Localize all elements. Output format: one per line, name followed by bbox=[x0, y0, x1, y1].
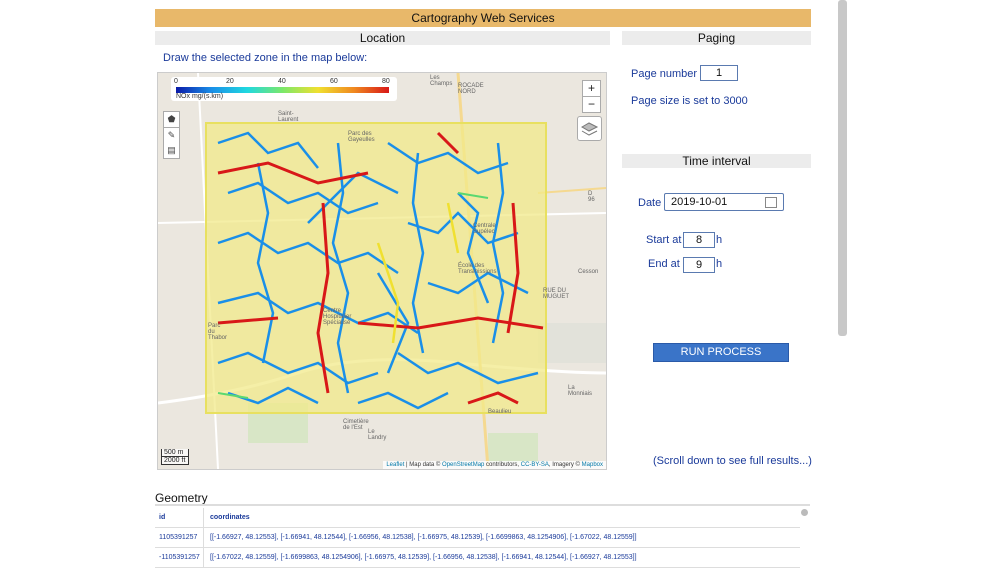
place-label: RUE DU MUGUET bbox=[543, 288, 569, 300]
row-id: -1105391257 bbox=[155, 548, 204, 567]
legend-tick: 60 bbox=[330, 78, 338, 85]
layers-icon-graphic bbox=[580, 122, 599, 136]
place-label: Centrale Supélec bbox=[473, 223, 496, 235]
legend-tick: 40 bbox=[278, 78, 286, 85]
table-header-row: id coordinates bbox=[155, 508, 800, 528]
time-interval-section-header: Time interval bbox=[622, 154, 811, 168]
place-label: École des Transmissions bbox=[458, 263, 497, 275]
date-value: 2019-10-01 bbox=[671, 196, 728, 208]
place-label: Beaulieu bbox=[488, 409, 512, 415]
place-label: ROCADE NORD bbox=[458, 83, 484, 95]
zoom-out-button[interactable]: − bbox=[582, 96, 601, 113]
calendar-icon[interactable] bbox=[765, 197, 777, 208]
osm-link[interactable]: OpenStreetMap bbox=[442, 462, 484, 468]
column-header-coordinates[interactable]: coordinates bbox=[204, 508, 250, 527]
column-header-id[interactable]: id bbox=[155, 508, 204, 527]
end-hour-label: End at bbox=[648, 258, 680, 270]
place-label: Parc du Thabor bbox=[208, 323, 228, 341]
map-tiles bbox=[158, 73, 606, 469]
legend-tick: 0 bbox=[174, 78, 178, 85]
place-label: Le Landry bbox=[368, 429, 387, 441]
row-coordinates: [[-1.67022, 48.12559], [-1.6699863, 48.1… bbox=[210, 554, 637, 561]
place-label: Cesson bbox=[578, 269, 599, 275]
draw-zone-prompt: Draw the selected zone in the map below: bbox=[163, 52, 368, 64]
nox-legend: 0 20 40 60 80 NOx mg/(s.km) bbox=[171, 77, 397, 101]
scroll-hint: (Scroll down to see full results...) bbox=[653, 455, 812, 467]
scale-metric: 500 m bbox=[161, 449, 189, 457]
place-label: Parc des Gayeulles bbox=[348, 131, 375, 143]
paging-section-header: Paging bbox=[622, 31, 811, 45]
layers-icon[interactable] bbox=[577, 116, 602, 141]
end-hour-unit: h bbox=[716, 258, 723, 270]
map-view[interactable]: 0 20 40 60 80 NOx mg/(s.km) + − ⬟ ✎ ▤ 50… bbox=[157, 72, 607, 470]
map-scale: 500 m 2000 ft bbox=[161, 449, 189, 465]
place-label: D 96 bbox=[588, 191, 595, 203]
draw-toolbar: ⬟ ✎ ▤ bbox=[163, 111, 180, 159]
leaflet-link[interactable]: Leaflet bbox=[386, 462, 404, 468]
zoom-in-button[interactable]: + bbox=[582, 80, 601, 97]
page-size-text: Page size is set to 3000 bbox=[631, 95, 748, 107]
place-label: La Monniais bbox=[568, 385, 593, 397]
page-scrollbar[interactable] bbox=[838, 0, 847, 336]
geometry-table: id coordinates 1105391257 [[-1.66927, 48… bbox=[155, 508, 800, 568]
date-input[interactable]: 2019-10-01 bbox=[664, 193, 784, 211]
start-hour-label: Start at bbox=[646, 234, 682, 246]
scale-imperial: 2000 ft bbox=[161, 457, 189, 465]
map-attribution: Leaflet | Map data © OpenStreetMap contr… bbox=[383, 461, 606, 469]
edit-icon[interactable]: ✎ bbox=[164, 127, 179, 143]
start-hour-input[interactable]: 8 bbox=[683, 232, 715, 248]
place-label: Cimetière de l'Est bbox=[343, 419, 369, 431]
trash-icon[interactable]: ▤ bbox=[164, 143, 179, 158]
license-link[interactable]: CC-BY-SA bbox=[521, 462, 549, 468]
page-number-label: Page number bbox=[631, 68, 698, 80]
row-id: 1105391257 bbox=[155, 528, 204, 547]
place-label: Centre Hospitalier Spécialisé bbox=[323, 308, 352, 326]
place-label: Saint-Laurent bbox=[278, 111, 299, 123]
attribution-text: contributors, bbox=[484, 462, 521, 468]
polygon-draw-icon[interactable]: ⬟ bbox=[164, 112, 179, 127]
app-title-bar: Cartography Web Services bbox=[155, 9, 811, 27]
place-label: Les Champs bbox=[430, 75, 453, 87]
attribution-text: | Map data © bbox=[404, 462, 443, 468]
attribution-text: , Imagery © bbox=[548, 462, 582, 468]
legend-tick: 80 bbox=[382, 78, 390, 85]
end-hour-input[interactable]: 9 bbox=[683, 257, 715, 273]
geometry-section-title: Geometry bbox=[155, 491, 208, 505]
start-hour-unit: h bbox=[716, 234, 723, 246]
legend-unit: NOx mg/(s.km) bbox=[176, 93, 224, 100]
table-scrollbar-thumb[interactable] bbox=[801, 509, 808, 516]
run-process-button[interactable]: RUN PROCESS bbox=[653, 343, 789, 362]
geometry-divider bbox=[155, 504, 810, 506]
mapbox-link[interactable]: Mapbox bbox=[582, 462, 603, 468]
page-number-input[interactable]: 1 bbox=[700, 65, 738, 81]
legend-tick: 20 bbox=[226, 78, 234, 85]
location-section-header: Location bbox=[155, 31, 610, 45]
date-label: Date bbox=[638, 197, 662, 209]
table-row[interactable]: 1105391257 [[-1.66927, 48.12553], [-1.66… bbox=[155, 528, 800, 548]
row-coordinates: [[-1.66927, 48.12553], [-1.66941, 48.125… bbox=[210, 534, 637, 541]
table-row[interactable]: -1105391257 [[-1.67022, 48.12559], [-1.6… bbox=[155, 548, 800, 568]
